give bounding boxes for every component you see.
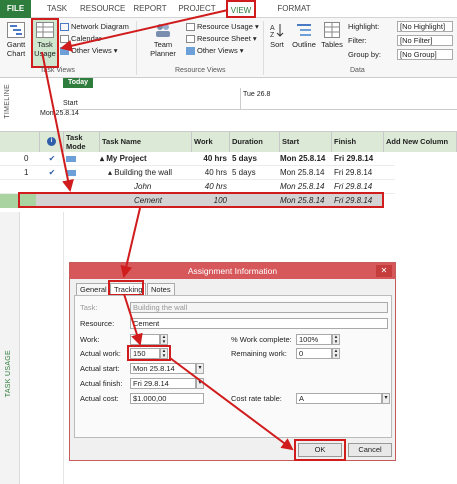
- arrow-actual-work-to-ok: [169, 357, 294, 451]
- arrow-tracking-to-actual-work: [123, 293, 143, 346]
- arrow-view-to-task-usage: [60, 9, 229, 52]
- arrow-row-to-tracking: [120, 207, 141, 278]
- annotation-arrows: [41, 9, 294, 451]
- arrow-task-usage-to-row: [41, 51, 74, 192]
